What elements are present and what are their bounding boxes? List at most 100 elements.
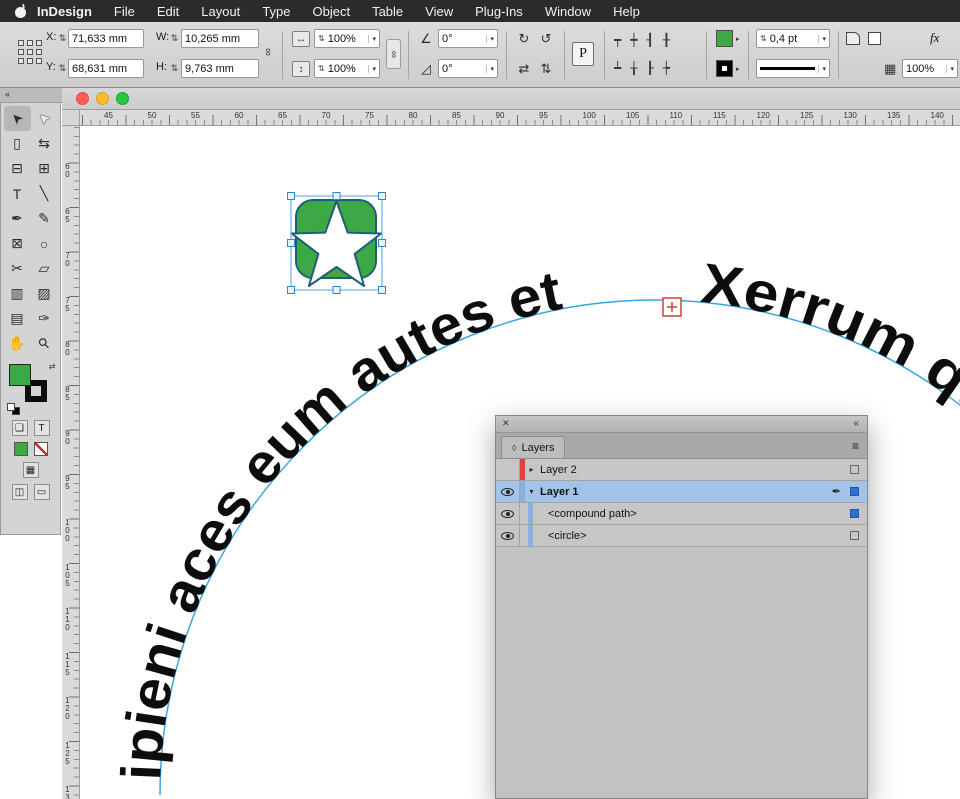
flip-horizontal-button[interactable]: ⇄ [514, 60, 534, 78]
rectangle-frame-tool[interactable]: ⊠ [4, 231, 31, 256]
ellipse-tool[interactable]: ○ [31, 231, 58, 256]
menu-object[interactable]: Object [302, 4, 362, 19]
note-tool[interactable]: ▤ [4, 306, 31, 331]
selection-proxy-square[interactable] [850, 531, 859, 540]
scale-y-field[interactable]: ⇅100%▾ [314, 59, 380, 78]
panel-menu-icon[interactable]: ≡ [852, 439, 859, 453]
rotate-cw-button[interactable]: ↻ [514, 30, 534, 48]
selection-proxy-square[interactable] [850, 509, 859, 518]
fill-swatch[interactable] [716, 30, 733, 47]
layer-row[interactable]: <circle> [496, 525, 867, 547]
gradient-feather-tool[interactable]: ▨ [31, 281, 58, 306]
opacity-field[interactable]: 100%▾ [902, 59, 958, 78]
tab-layers[interactable]: ◊ Layers [501, 436, 565, 458]
apply-none-button[interactable] [34, 442, 48, 456]
distribute-icon[interactable]: ╁ [630, 62, 637, 74]
menu-edit[interactable]: Edit [146, 4, 190, 19]
page-tool[interactable]: ▯ [4, 131, 31, 156]
x-stepper[interactable]: ⇅ [58, 34, 67, 43]
zoom-window-button[interactable] [116, 92, 129, 105]
constrain-scale-link-icon[interactable]: ∞ [386, 39, 401, 69]
distribute-icon[interactable]: ┯ [614, 34, 621, 46]
document-window-titlebar[interactable] [62, 88, 960, 110]
eyedropper-tool[interactable]: ✑ [31, 306, 58, 331]
scissors-tool[interactable]: ✂ [4, 256, 31, 281]
default-fill-stroke-icon[interactable] [7, 403, 15, 411]
distribute-icon[interactable]: ┾ [663, 62, 670, 74]
screen-mode-normal-button[interactable]: ◫ [12, 484, 28, 500]
menu-window[interactable]: Window [534, 4, 602, 19]
pen-tool[interactable]: ✒ [4, 206, 31, 231]
swap-fill-stroke-icon[interactable]: ⇄ [49, 362, 56, 371]
stroke-swatch-arrow-icon[interactable]: ▸ [736, 65, 740, 73]
view-options-button[interactable]: ▦ [23, 462, 39, 478]
stroke-swatch[interactable] [716, 60, 733, 77]
constrain-dimensions-chain-icon[interactable]: ∞ [262, 48, 274, 56]
corner-options-icon[interactable] [846, 32, 860, 45]
distribute-icon[interactable]: ┠ [646, 62, 653, 74]
distribute-icon[interactable]: ┨ [646, 34, 653, 46]
selection-tool[interactable]: ➤ [4, 106, 31, 131]
effects-fx-button[interactable]: fx [930, 30, 939, 46]
y-field[interactable]: 68,631 mm [68, 59, 144, 78]
flip-vertical-button[interactable]: ⇅ [536, 60, 556, 78]
menu-help[interactable]: Help [602, 4, 651, 19]
close-window-button[interactable] [76, 92, 89, 105]
rotation-angle-field[interactable]: 0°▾ [438, 29, 498, 48]
ruler-origin-box[interactable] [62, 110, 80, 126]
fill-color-box[interactable] [9, 364, 31, 386]
content-collector-tool[interactable]: ⊟ [4, 156, 31, 181]
type-tool[interactable]: T [4, 181, 31, 206]
distribute-icon[interactable]: ┷ [614, 62, 621, 74]
menu-indesign[interactable]: InDesign [35, 4, 103, 19]
reference-point-proxy[interactable] [18, 40, 44, 66]
text-path-port-marker[interactable] [663, 298, 681, 316]
rotate-ccw-button[interactable]: ↺ [536, 30, 556, 48]
fill-stroke-proxy[interactable]: ⇄ [6, 362, 56, 414]
zoom-tool[interactable]: ⚲ [31, 331, 58, 356]
menu-table[interactable]: Table [361, 4, 414, 19]
compound-path-object[interactable] [292, 200, 381, 286]
layer-name[interactable]: <circle> [548, 530, 587, 542]
x-field[interactable]: 71,633 mm [68, 29, 144, 48]
layer-row[interactable]: ▾Layer 1✒ [496, 481, 867, 503]
horizontal-ruler[interactable]: 4550556065707580859095100105110115120125… [80, 110, 960, 126]
formatting-affects-container-button[interactable]: ❏ [12, 420, 28, 436]
visibility-eye-icon[interactable] [496, 481, 520, 502]
hand-tool[interactable]: ✋ [4, 331, 31, 356]
layers-panel-titlebar[interactable]: ✕ « [496, 416, 867, 433]
vertical-ruler[interactable]: 6065707580859095100105110115120125130 [62, 126, 80, 799]
stroke-style-field[interactable]: ▾ [756, 59, 830, 78]
layer-name[interactable]: Layer 1 [540, 486, 579, 498]
apple-menu-icon[interactable] [14, 5, 27, 18]
formatting-affects-text-button[interactable]: T [34, 420, 50, 436]
selection-proxy-square[interactable] [850, 465, 859, 474]
w-field[interactable]: 10,265 mm [181, 29, 259, 48]
menu-view[interactable]: View [414, 4, 464, 19]
free-transform-tool[interactable]: ▱ [31, 256, 58, 281]
visibility-toggle-empty[interactable] [496, 459, 520, 480]
menu-layout[interactable]: Layout [190, 4, 251, 19]
distribute-icon[interactable]: ╂ [663, 34, 670, 46]
shear-angle-field[interactable]: 0°▾ [438, 59, 498, 78]
direct-selection-tool[interactable]: ➤ [31, 106, 58, 131]
line-tool[interactable]: ╲ [31, 181, 58, 206]
collapse-panel-icon[interactable]: « [853, 418, 859, 429]
h-stepper[interactable]: ⇅ [170, 64, 179, 73]
menu-type[interactable]: Type [251, 4, 301, 19]
apply-color-button[interactable] [14, 442, 28, 456]
scale-x-field[interactable]: ⇅100%▾ [314, 29, 380, 48]
y-stepper[interactable]: ⇅ [58, 64, 67, 73]
expander-icon[interactable]: ▾ [525, 487, 538, 496]
panel-dock-collapse-bar[interactable]: « [0, 88, 62, 103]
distribute-icon[interactable]: ┿ [630, 34, 637, 46]
layer-name[interactable]: <compound path> [548, 508, 637, 520]
layer-row[interactable]: ▸Layer 2 [496, 459, 867, 481]
visibility-eye-icon[interactable] [496, 503, 520, 524]
w-stepper[interactable]: ⇅ [170, 34, 179, 43]
close-panel-icon[interactable]: ✕ [502, 418, 510, 429]
layer-name[interactable]: Layer 2 [540, 464, 577, 476]
corner-shape-icon[interactable] [868, 32, 881, 45]
layer-row[interactable]: <compound path> [496, 503, 867, 525]
gradient-swatch-tool[interactable]: ▥ [4, 281, 31, 306]
